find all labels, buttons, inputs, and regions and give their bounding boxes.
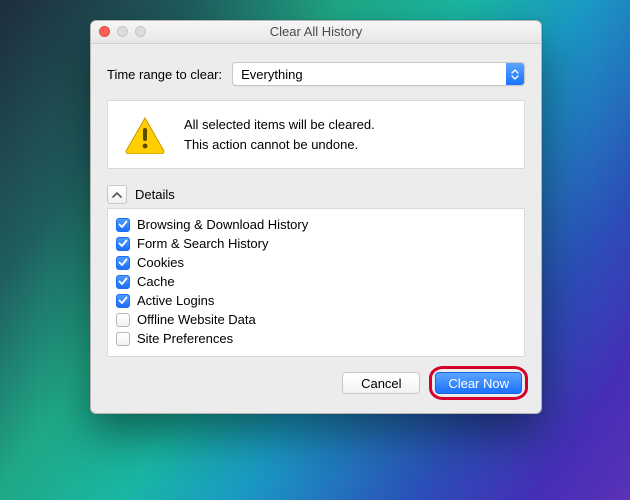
- clear-now-button[interactable]: Clear Now: [435, 372, 522, 394]
- details-label: Details: [135, 187, 175, 202]
- details-list: Browsing & Download History Form & Search…: [107, 208, 525, 357]
- checkbox[interactable]: [116, 237, 130, 251]
- window-title: Clear All History: [270, 24, 362, 39]
- checkbox-label: Browsing & Download History: [137, 217, 308, 232]
- time-range-label: Time range to clear:: [107, 67, 222, 82]
- warning-line-2: This action cannot be undone.: [184, 135, 375, 155]
- checkbox[interactable]: [116, 218, 130, 232]
- titlebar: Clear All History: [91, 21, 541, 44]
- time-range-select[interactable]: Everything: [232, 62, 525, 86]
- checkbox-label: Cache: [137, 274, 175, 289]
- checkbox[interactable]: [116, 332, 130, 346]
- warning-text: All selected items will be cleared. This…: [184, 115, 375, 154]
- details-item: Cache: [116, 272, 516, 291]
- details-item: Active Logins: [116, 291, 516, 310]
- checkbox-label: Site Preferences: [137, 331, 233, 346]
- chevron-up-icon: [112, 191, 122, 198]
- dialog-content: Time range to clear: Everything All sele…: [91, 44, 541, 413]
- warning-line-1: All selected items will be cleared.: [184, 115, 375, 135]
- dialog-footer: Cancel Clear Now: [107, 369, 525, 397]
- warning-box: All selected items will be cleared. This…: [107, 100, 525, 169]
- cancel-button-label: Cancel: [361, 376, 401, 391]
- details-item: Site Preferences: [116, 329, 516, 348]
- zoom-icon: [135, 26, 146, 37]
- traffic-lights: [99, 26, 146, 37]
- close-icon[interactable]: [99, 26, 110, 37]
- details-disclosure-button[interactable]: [107, 185, 127, 204]
- time-range-value: Everything: [233, 67, 506, 82]
- checkbox[interactable]: [116, 313, 130, 327]
- details-item: Browsing & Download History: [116, 215, 516, 234]
- warning-icon: [124, 116, 166, 154]
- checkbox[interactable]: [116, 275, 130, 289]
- minimize-icon: [117, 26, 128, 37]
- checkbox-label: Offline Website Data: [137, 312, 256, 327]
- checkbox[interactable]: [116, 256, 130, 270]
- checkbox-label: Active Logins: [137, 293, 214, 308]
- details-item: Form & Search History: [116, 234, 516, 253]
- details-item: Cookies: [116, 253, 516, 272]
- clear-now-button-label: Clear Now: [448, 376, 509, 391]
- clear-now-highlight: Clear Now: [432, 369, 525, 397]
- dialog-window: Clear All History Time range to clear: E…: [90, 20, 542, 414]
- details-header: Details: [107, 185, 525, 204]
- checkbox-label: Cookies: [137, 255, 184, 270]
- select-stepper-icon: [506, 63, 524, 85]
- details-item: Offline Website Data: [116, 310, 516, 329]
- cancel-button[interactable]: Cancel: [342, 372, 420, 394]
- checkbox[interactable]: [116, 294, 130, 308]
- time-range-row: Time range to clear: Everything: [107, 62, 525, 86]
- checkbox-label: Form & Search History: [137, 236, 268, 251]
